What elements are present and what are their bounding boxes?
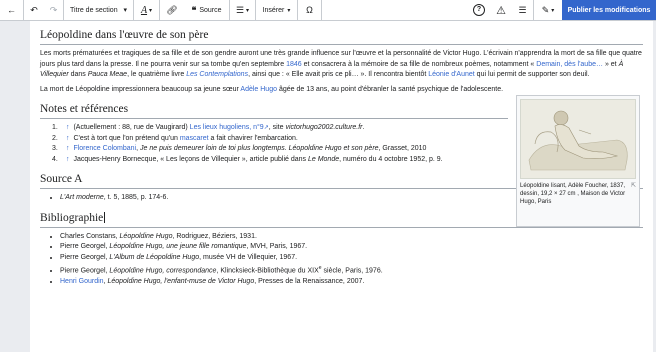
link-leonie-daunet[interactable]: Léonie d'Aunet [428,71,475,78]
link-mascaret[interactable]: mascaret [180,135,209,142]
warning-icon[interactable]: ⚠ [490,0,512,20]
quote-icon: ❝ [191,4,197,15]
backlink-arrow-icon[interactable]: ↑ [66,156,70,163]
magnify-icon[interactable]: ⇱ [631,182,636,190]
link-1846[interactable]: 1846 [286,61,302,68]
list-dropdown[interactable]: ☰ ▾ [230,0,256,20]
backlink-arrow-icon[interactable]: ↑ [66,124,70,131]
bullet-list-icon: ☰ [235,4,245,15]
section-heading-notes[interactable]: Notes et références [40,103,508,119]
bibliography-item[interactable]: Pierre Georgel, Léopoldine Hugo, corresp… [60,263,643,277]
drawing-illustration [521,100,635,178]
image-thumbnail[interactable]: ⇱ Léopoldine lisant, Adèle Foucher, 1837,… [516,95,640,227]
redo-icon[interactable]: ↷ [44,0,64,20]
link-florence-colombani[interactable]: Florence Colombani [73,145,136,152]
link-adele-hugo[interactable]: Adèle Hugo [240,86,277,93]
drawing-image[interactable] [520,99,636,179]
bibliography-item[interactable]: Pierre Georgel, L'Album de Léopoldine Hu… [60,253,643,264]
link-icon[interactable]: 🔗︎ [160,0,184,20]
menu-icon[interactable]: ☰ [512,0,534,20]
publish-button[interactable]: Publier les modifications [562,0,656,20]
backlink-arrow-icon[interactable]: ↑ [66,135,70,142]
heading-format-dropdown[interactable]: Titre de section ▾ [64,0,134,20]
special-character-button[interactable]: Ω [298,0,322,20]
text-cursor [104,212,106,224]
text-style-icon: A [140,4,148,16]
bibliography-list: Charles Constans, Léopoldine Hugo, Rodri… [40,232,643,288]
pencil-icon: ✎ [541,4,550,15]
edit-mode-dropdown[interactable]: ✎ ▾ [534,0,562,20]
image-caption: ⇱ Léopoldine lisant, Adèle Foucher, 1837,… [520,182,636,205]
insert-dropdown[interactable]: Insérer ▾ [256,0,298,20]
chevron-down-icon: ▾ [287,7,291,14]
chevron-down-icon: ▾ [551,7,555,14]
bibliography-item[interactable]: Pierre Georgel, Léopoldine Hugo, une jeu… [60,242,643,253]
bibliography-item[interactable]: Charles Constans, Léopoldine Hugo, Rodri… [60,232,643,243]
undo-icon[interactable]: ↶ [24,0,44,20]
text-style-dropdown[interactable]: A ▾ [134,0,160,20]
paragraph-1[interactable]: Les morts prématurées et tragiques de sa… [40,49,643,81]
chevron-down-icon: ▾ [246,7,250,14]
bibliography-item[interactable]: Henri Gourdin, Léopoldine Hugo, l'enfant… [60,277,643,288]
link-les-contemplations[interactable]: Les Contemplations [186,71,248,78]
editor-content[interactable]: Léopoldine dans l'œuvre de son père Les … [30,21,653,352]
back-arrow-icon[interactable]: ← [0,0,24,20]
link-demain-des-laube[interactable]: Demain, dès l'aube… [536,61,603,68]
help-icon[interactable]: ? [468,0,490,20]
section-heading-leopoldine[interactable]: Léopoldine dans l'œuvre de son père [40,29,643,45]
chevron-down-icon: ▾ [149,7,153,14]
link-lieux-hugoliens[interactable]: Les lieux hugoliens, n°9 [190,124,264,131]
cite-button[interactable]: ❝ Source [184,0,230,20]
chevron-down-icon: ▾ [123,7,127,14]
backlink-arrow-icon[interactable]: ↑ [66,145,70,152]
editor-toolbar: ← ↶ ↷ Titre de section ▾ A ▾ 🔗︎ ❝ Source ☰ ▾… [0,0,656,21]
paragraph-2[interactable]: La mort de Léopoldine impressionnera bea… [40,85,510,96]
link-henri-gourdin[interactable]: Henri Gourdin [60,278,104,285]
